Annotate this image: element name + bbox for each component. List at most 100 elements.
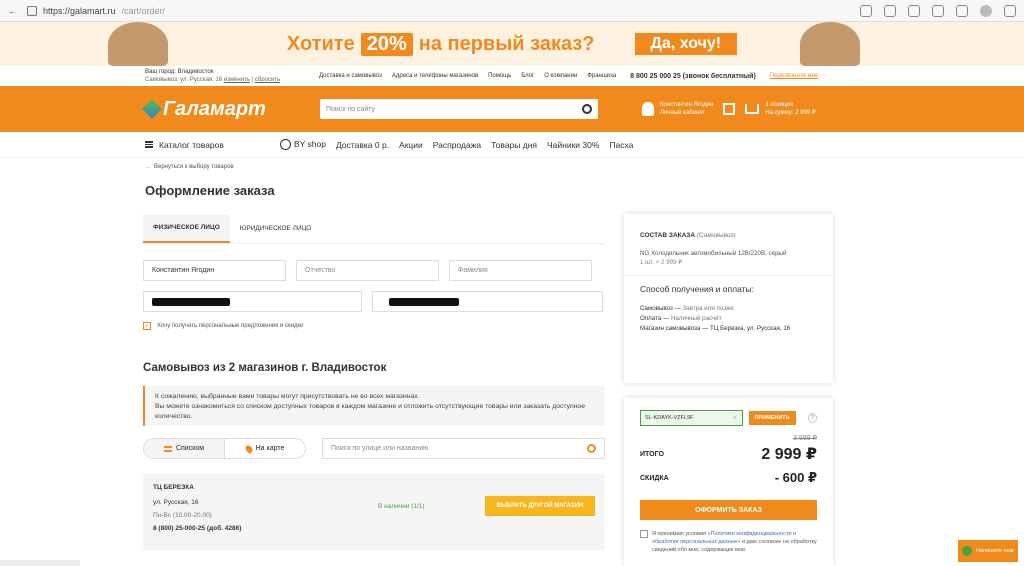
chat-widget-label: Напишите нам xyxy=(976,547,1014,554)
top-links: Доставка и самовывоз Адреса и телефоны м… xyxy=(319,73,616,79)
user-cabinet-link[interactable]: Личный кабинет xyxy=(660,109,713,117)
apply-promo-button[interactable]: ПРИМЕНИТЬ xyxy=(748,411,796,425)
logo-text: Галамарт xyxy=(163,97,266,120)
top-info-bar: Ваш город: Владивосток Самовывоз: ул. Ру… xyxy=(0,66,1024,86)
order-totals: SL-KDAYK-VZFL9F ✓ ПРИМЕНИТЬ ? 3 599 ₽ ИТО… xyxy=(624,398,833,566)
user-name: Константин Ягодин xyxy=(660,102,714,108)
cart-icon xyxy=(745,104,760,114)
back-arrow-icon[interactable]: ← xyxy=(8,6,17,16)
choose-store-button[interactable]: ВЫБРАТЬ ДРУГОЙ МАГАЗИН xyxy=(485,496,595,516)
top-link[interactable]: Доставка и самовывоз xyxy=(319,73,382,79)
tab-individual[interactable]: ФИЗИЧЕСКОЕ ЛИЦО xyxy=(143,214,230,243)
key-icon[interactable] xyxy=(860,4,872,17)
subscribe-checkbox[interactable]: ✓ xyxy=(143,322,151,330)
store-search-placeholder: Поиск по улице или названию xyxy=(331,445,429,452)
nav-item-delivery[interactable]: Доставка 0 р. xyxy=(336,140,389,150)
mascot-image-left xyxy=(108,22,168,66)
menu-icon[interactable] xyxy=(1004,4,1016,17)
nav-item-sale[interactable]: Распродажа xyxy=(433,140,481,150)
top-link[interactable]: Франшиза xyxy=(587,73,616,79)
nav-item-kettles[interactable]: Чайники 30% xyxy=(547,140,599,150)
profile-avatar[interactable] xyxy=(980,4,992,17)
top-link[interactable]: Блог xyxy=(521,73,534,79)
user-account[interactable]: Константин Ягодин Личный кабинет xyxy=(642,101,713,117)
consent-text: Я принимаю условия xyxy=(652,531,706,537)
collections-icon[interactable] xyxy=(932,4,944,17)
lock-icon xyxy=(27,5,37,16)
promo-row: SL-KDAYK-VZFL9F ✓ ПРИМЕНИТЬ ? xyxy=(640,410,817,426)
extensions-icon[interactable] xyxy=(956,4,968,17)
favorite-icon[interactable] xyxy=(908,4,920,17)
url-path: /cart/order/ xyxy=(121,5,166,16)
nav-item-easter[interactable]: Пасха xyxy=(609,140,633,150)
city-block: Ваш город: Владивосток Самовывоз: ул. Ру… xyxy=(145,68,295,84)
view-list-button[interactable]: Списком xyxy=(144,439,225,458)
site-logo[interactable]: Галамарт xyxy=(142,97,320,121)
summary-heading-label: СОСТАВ ЗАКАЗА xyxy=(640,232,696,239)
place-order-button[interactable]: ОФОРМИТЬ ЗАКАЗ xyxy=(640,500,817,520)
hotline-phone[interactable]: 8 800 25 000 25 (звонок бесплатный) xyxy=(630,73,756,80)
store-phone: 8 (800) 25-000-25 (доб. 4286) xyxy=(153,525,242,532)
search-placeholder: Поиск по сайту xyxy=(326,105,376,113)
help-icon[interactable]: ? xyxy=(807,413,817,423)
method-heading: Способ получения и оплаты: xyxy=(640,284,754,294)
promo-banner[interactable]: Хотите 20% на первый заказ? Да, хочу! xyxy=(0,22,1024,66)
subscribe-label: Хочу получать персональные предложения и… xyxy=(157,323,304,329)
summary-heading-sub: (Самовывоз) xyxy=(696,232,736,239)
cart-widget[interactable]: 1 позиция На сумму: 2 999 ₽ xyxy=(745,101,816,117)
redacted-phone xyxy=(389,297,459,306)
store-search-input[interactable]: Поиск по улице или названию xyxy=(322,438,605,459)
method-label: Оплата — xyxy=(640,315,670,322)
back-link[interactable]: ← Вернуться к выбору товаров xyxy=(145,164,234,170)
catalog-button[interactable]: Каталог товаров xyxy=(145,140,280,150)
reset-city-link[interactable]: сбросить xyxy=(255,77,280,83)
promo-cta-button[interactable]: Да, хочу! xyxy=(634,33,738,55)
tab-legal-entity[interactable]: ЮРИДИЧЕСКОЕ ЛИЦО xyxy=(230,214,322,243)
promo-percent: 20% xyxy=(360,32,413,56)
phone-field[interactable] xyxy=(372,291,603,312)
middle-name-field[interactable]: Отчество xyxy=(296,260,439,281)
cart-count: 1 позиция xyxy=(765,102,793,108)
store-card[interactable]: ТЦ БЕРЕЗКА ул. Русская, 16 Пн-Вс (10.00-… xyxy=(143,474,605,550)
change-city-link[interactable]: изменить xyxy=(224,77,250,83)
promo-text-after: на первый заказ? xyxy=(418,32,595,55)
nav-item-promo[interactable]: Акции xyxy=(399,140,423,150)
view-list-label: Списком xyxy=(175,445,205,452)
page-title: Оформление заказа xyxy=(145,183,275,198)
product-qty: 1 шт. × 2 999 ₽ xyxy=(640,259,683,266)
top-link[interactable]: Адреса и телефоны магазинов xyxy=(392,73,478,79)
consent-checkbox[interactable] xyxy=(640,530,648,538)
summary-product: NG Холодильник автомобильный 12В/220В, с… xyxy=(640,249,817,267)
search-icon[interactable] xyxy=(587,444,596,453)
email-field[interactable] xyxy=(143,291,362,312)
search-icon[interactable] xyxy=(582,104,592,114)
summary-heading: СОСТАВ ЗАКАЗА (Самовывоз) xyxy=(640,232,817,239)
promo-code-input[interactable]: SL-KDAYK-VZFL9F ✓ xyxy=(640,410,743,426)
top-link[interactable]: О компании xyxy=(544,73,577,79)
old-price: 3 599 ₽ xyxy=(793,435,817,442)
site-search-input[interactable]: Поиск по сайту xyxy=(320,99,598,119)
subscribe-option[interactable]: ✓ Хочу получать персональные предложения… xyxy=(143,322,605,330)
address-bar[interactable]: https://galamart.ru/cart/order/ xyxy=(27,5,860,16)
view-map-button[interactable]: На карте xyxy=(225,439,305,458)
callback-link[interactable]: Перезвоните мне xyxy=(770,73,819,79)
promo-text: Хотите 20% на первый заказ? xyxy=(287,32,595,56)
total-label: ИТОГО xyxy=(640,450,664,458)
method-label: Самовывоз — xyxy=(640,305,681,312)
notice-line-1: К сожалению, выбранные вами товары могут… xyxy=(155,393,420,400)
zoom-icon[interactable] xyxy=(884,4,896,17)
city-label: Ваш город: Владивосток xyxy=(145,69,214,75)
first-name-field[interactable]: Константин Ягодин xyxy=(143,260,286,281)
nav-item-by-shop[interactable]: BY shop xyxy=(280,139,326,151)
chat-widget-button[interactable]: Напишите нам xyxy=(958,540,1018,562)
last-name-field[interactable]: Фамилия xyxy=(449,260,592,281)
url-host: https://galamart.ru xyxy=(43,5,116,16)
nav-item-deals[interactable]: Товары дня xyxy=(491,140,537,150)
pickup-address: Самовывоз: ул. Русская, 16 xyxy=(145,77,223,83)
total-value: 2 999 ₽ xyxy=(761,446,817,463)
horizontal-scrollbar[interactable] xyxy=(0,560,80,566)
logout-icon[interactable] xyxy=(723,103,736,115)
main-nav: Каталог товаров BY shop Доставка 0 р. Ак… xyxy=(0,132,1024,158)
view-map-label: На карте xyxy=(255,445,285,452)
top-link[interactable]: Помощь xyxy=(488,73,511,79)
